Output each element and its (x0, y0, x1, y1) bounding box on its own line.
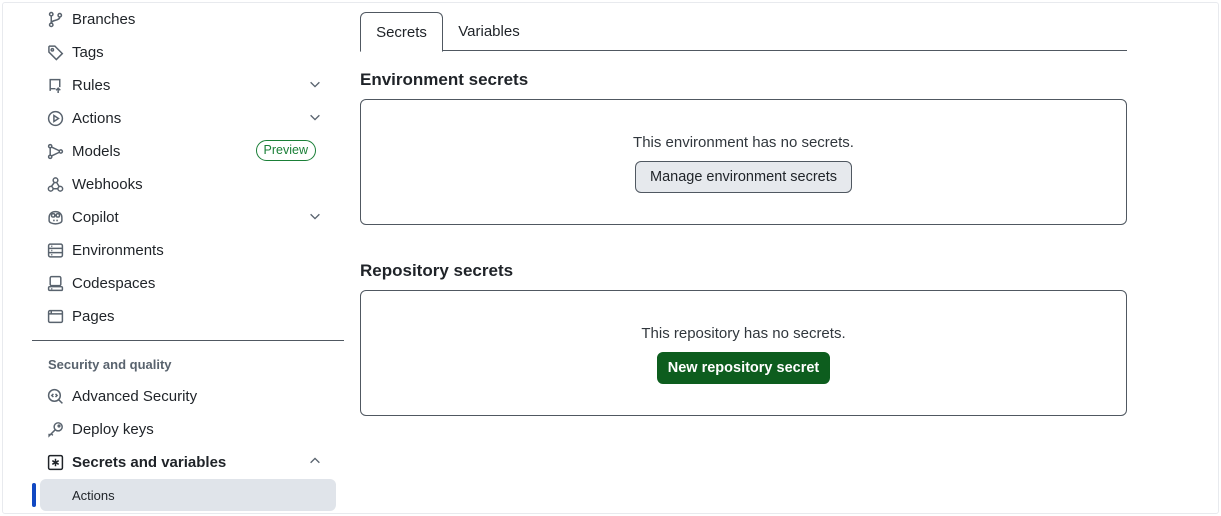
settings-sidebar: Branches Tags Rules Actions Models Previ… (32, 0, 344, 516)
chevron-down-icon[interactable] (308, 77, 322, 91)
asterisk-icon (46, 453, 64, 471)
environment-secrets-heading: Environment secrets (360, 70, 529, 89)
sidebar-item-label: Copilot (72, 208, 119, 226)
sidebar-item-actions[interactable]: Actions (46, 103, 332, 133)
environment-secrets-panel: This environment has no secrets. Manage … (360, 99, 1127, 225)
sidebar-item-label: Webhooks (72, 175, 143, 193)
tab-variables[interactable]: Variables (448, 12, 530, 51)
manage-environment-secrets-button[interactable]: Manage environment secrets (635, 161, 852, 193)
sidebar-item-environments[interactable]: Environments (46, 235, 332, 265)
preview-badge: Preview (255, 140, 316, 161)
sidebar-item-advanced-security[interactable]: Advanced Security (46, 381, 332, 411)
copilot-icon (46, 208, 64, 226)
sidebar-item-models[interactable]: Models Preview (46, 136, 332, 166)
sidebar-item-label: Rules (72, 76, 111, 94)
sidebar-item-secrets-and-variables[interactable]: Secrets and variables (46, 447, 332, 477)
sidebar-item-label: Tags (72, 43, 104, 61)
sidebar-subitem-actions[interactable]: Actions (40, 479, 336, 511)
sidebar-item-branches[interactable]: Branches (46, 4, 332, 34)
chevron-down-icon[interactable] (308, 110, 322, 124)
sidebar-item-deploy-keys[interactable]: Deploy keys (46, 414, 332, 444)
sidebar-item-label: Branches (72, 10, 136, 28)
sidebar-item-label: Deploy keys (72, 420, 154, 438)
git-branch-icon (46, 10, 64, 28)
chevron-down-icon[interactable] (308, 209, 322, 223)
sidebar-divider (32, 340, 344, 341)
sidebar-item-label: Pages (72, 307, 115, 325)
section-heading-security: Security and quality (48, 357, 172, 372)
key-icon (46, 420, 64, 438)
codescan-icon (46, 387, 64, 405)
sidebar-item-label: Codespaces (72, 274, 156, 292)
sidebar-item-label: Models (72, 142, 121, 160)
chevron-up-icon[interactable] (308, 454, 322, 468)
repository-secrets-heading: Repository secrets (360, 261, 514, 280)
sidebar-item-tags[interactable]: Tags (46, 37, 332, 67)
play-icon (46, 109, 64, 127)
sidebar-item-rules[interactable]: Rules (46, 70, 332, 100)
tag-icon (46, 43, 64, 61)
sidebar-item-label: Environments (72, 241, 164, 259)
tab-bar: Secrets Variables (360, 12, 1127, 52)
browser-icon (46, 307, 64, 325)
new-repository-secret-button[interactable]: New repository secret (657, 352, 830, 384)
models-icon (46, 142, 64, 160)
active-indicator (32, 483, 36, 507)
sidebar-item-label: Advanced Security (72, 387, 198, 405)
sidebar-item-label: Actions (72, 109, 122, 127)
sidebar-item-label: Secrets and variables (72, 453, 227, 471)
sidebar-item-codespaces[interactable]: Codespaces (46, 268, 332, 298)
webhook-icon (46, 175, 64, 193)
sidebar-item-webhooks[interactable]: Webhooks (46, 169, 332, 199)
repo-push-icon (46, 76, 64, 94)
tab-secrets[interactable]: Secrets (360, 12, 443, 52)
environment-empty-message: This environment has no secrets. (633, 134, 854, 151)
sidebar-item-pages[interactable]: Pages (46, 301, 332, 331)
repository-secrets-panel: This repository has no secrets. New repo… (360, 290, 1127, 416)
codespaces-icon (46, 274, 64, 292)
sidebar-item-copilot[interactable]: Copilot (46, 202, 332, 232)
repository-empty-message: This repository has no secrets. (641, 325, 846, 342)
server-icon (46, 241, 64, 259)
